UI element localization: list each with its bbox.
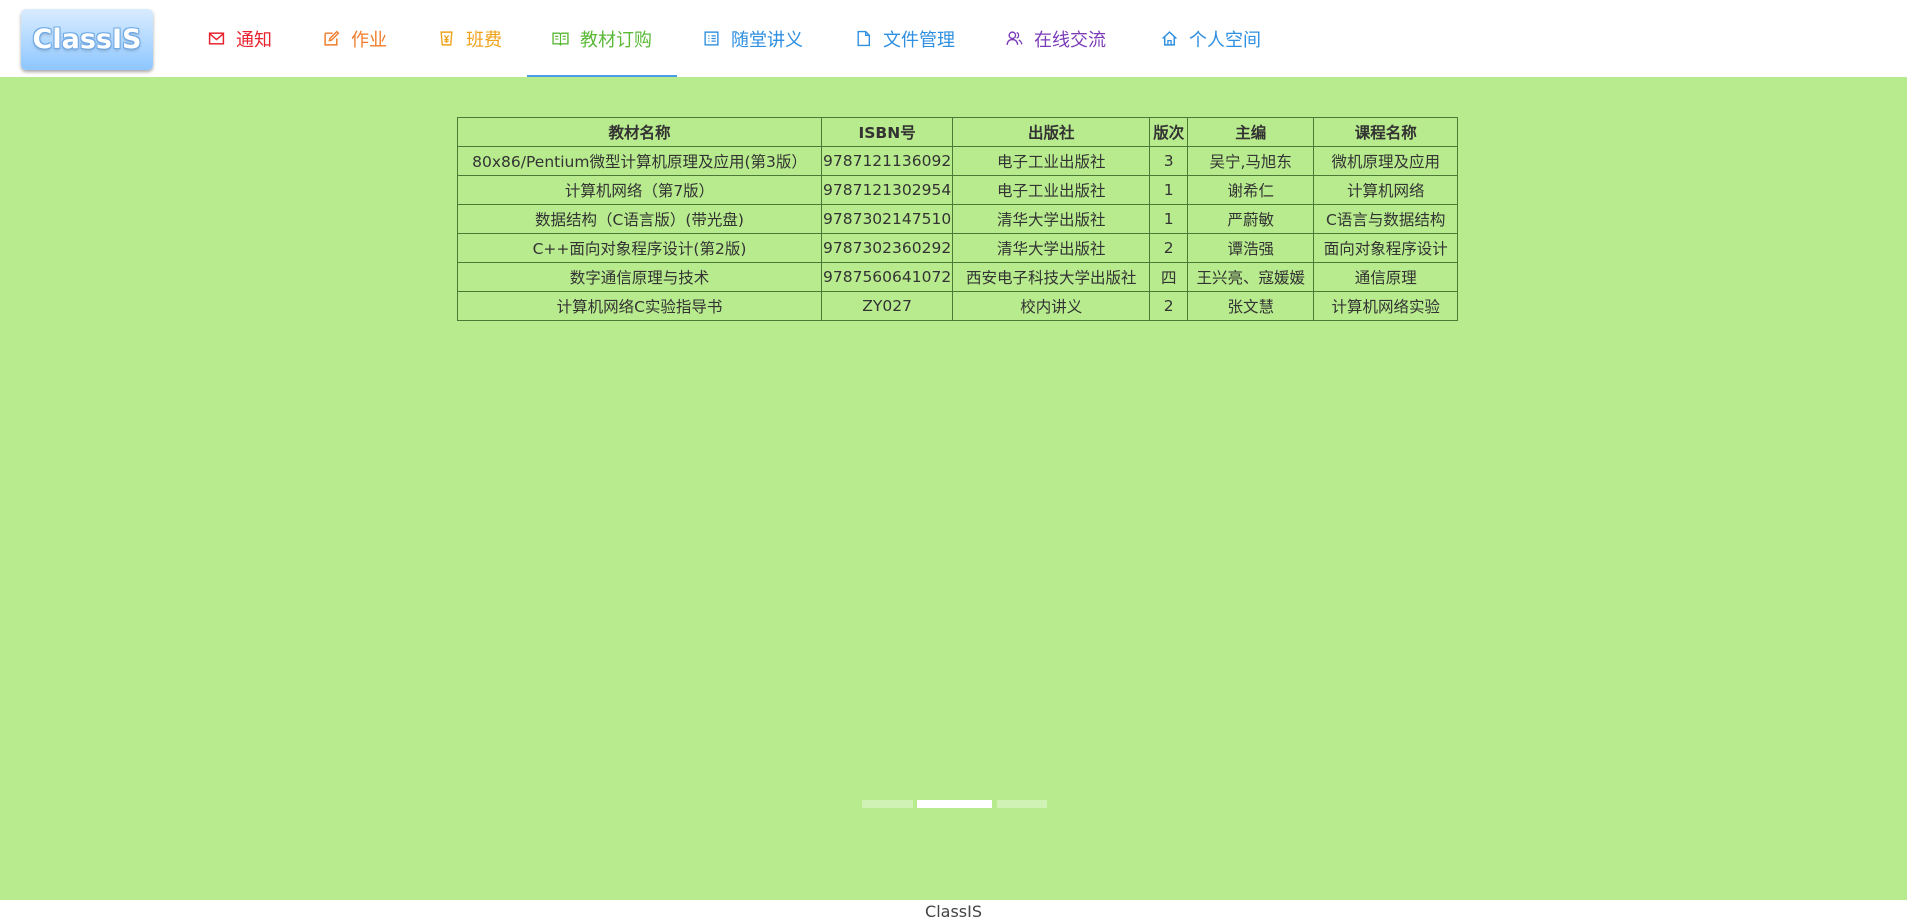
nav-item-textbook-order[interactable]: 教材订购	[550, 0, 652, 77]
table-row: 数据结构（C语言版）(带光盘) 9787302147510 清华大学出版社 1 …	[457, 204, 1459, 234]
footer: ClassIS	[0, 900, 1907, 923]
table-cell: 清华大学出版社	[952, 204, 1151, 234]
table-cell: 校内讲义	[952, 291, 1151, 321]
nav-item-online-chat[interactable]: 在线交流	[1004, 0, 1106, 77]
table-row: 80x86/Pentium微型计算机原理及应用(第3版） 97871211360…	[457, 146, 1459, 176]
nav-label: 班费	[466, 29, 502, 50]
table-cell: 1	[1149, 175, 1189, 205]
table-cell: 9787302147510	[820, 204, 954, 234]
carousel-dot-active[interactable]	[917, 800, 992, 808]
table-cell: 2	[1149, 291, 1189, 321]
table-cell: 四	[1149, 262, 1189, 292]
footer-text: ClassIS	[925, 902, 982, 921]
nav-item-homework[interactable]: 作业	[321, 0, 387, 77]
table-cell: 3	[1149, 146, 1189, 176]
table-cell: 9787121136092	[820, 146, 954, 176]
mail-icon	[206, 29, 226, 49]
table-cell: 吴宁,马旭东	[1187, 146, 1315, 176]
nav-label: 作业	[351, 29, 387, 50]
column-header: ISBN号	[820, 117, 954, 147]
table-cell: 电子工业出版社	[952, 146, 1151, 176]
textbook-table: 教材名称 ISBN号 出版社 版次 主编 课程名称 80x86/Pentium微…	[457, 117, 1459, 321]
column-header: 主编	[1187, 117, 1315, 147]
main-content: 教材名称 ISBN号 出版社 版次 主编 课程名称 80x86/Pentium微…	[0, 77, 1907, 900]
table-cell: 9787560641072	[820, 262, 954, 292]
list-icon	[701, 29, 721, 49]
table-cell: 数据结构（C语言版）(带光盘)	[457, 204, 822, 234]
top-header: ClassIS 通知 作业 班费 教材订购 随堂讲义 文件管理 在线交流 个人空…	[0, 0, 1907, 77]
table-cell: 2	[1149, 233, 1189, 263]
table-cell: 清华大学出版社	[952, 233, 1151, 263]
nav-item-file-management[interactable]: 文件管理	[853, 0, 955, 77]
column-header: 版次	[1149, 117, 1189, 147]
app-logo[interactable]: ClassIS	[21, 9, 153, 70]
table-cell: 计算机网络C实验指导书	[457, 291, 822, 321]
nav-label: 在线交流	[1034, 29, 1106, 50]
table-row: 计算机网络C实验指导书 ZY027 校内讲义 2 张文慧 计算机网络实验	[457, 291, 1459, 321]
money-icon	[436, 29, 456, 49]
nav-item-lecture-notes[interactable]: 随堂讲义	[701, 0, 803, 77]
table-cell: 微机原理及应用	[1313, 146, 1459, 176]
people-icon	[1004, 29, 1024, 49]
nav-label: 个人空间	[1189, 29, 1261, 50]
carousel-dot[interactable]	[862, 800, 913, 808]
book-icon	[550, 29, 570, 49]
table-cell: 谢希仁	[1187, 175, 1315, 205]
home-icon	[1159, 29, 1179, 49]
nav-item-personal-space[interactable]: 个人空间	[1159, 0, 1261, 77]
nav-item-notice[interactable]: 通知	[206, 0, 272, 77]
table-cell: 谭浩强	[1187, 233, 1315, 263]
table-cell: C++面向对象程序设计(第2版)	[457, 233, 822, 263]
column-header: 课程名称	[1313, 117, 1459, 147]
table-cell: 1	[1149, 204, 1189, 234]
nav-label: 随堂讲义	[731, 29, 803, 50]
nav-label: 教材订购	[580, 29, 652, 50]
table-row: C++面向对象程序设计(第2版) 9787302360292 清华大学出版社 2…	[457, 233, 1459, 263]
table-cell: 电子工业出版社	[952, 175, 1151, 205]
table-cell: 9787302360292	[820, 233, 954, 263]
table-row: 数字通信原理与技术 9787560641072 西安电子科技大学出版社 四 王兴…	[457, 262, 1459, 292]
column-header: 教材名称	[457, 117, 822, 147]
table-cell: 西安电子科技大学出版社	[952, 262, 1151, 292]
file-icon	[853, 29, 873, 49]
table-header-row: 教材名称 ISBN号 出版社 版次 主编 课程名称	[457, 117, 1459, 147]
nav-label: 通知	[236, 29, 272, 50]
carousel-indicators	[862, 800, 1047, 808]
carousel-dot[interactable]	[997, 800, 1047, 808]
table-row: 计算机网络（第7版） 9787121302954 电子工业出版社 1 谢希仁 计…	[457, 175, 1459, 205]
table-cell: 王兴亮、寇媛媛	[1187, 262, 1315, 292]
table-cell: 9787121302954	[820, 175, 954, 205]
table-cell: 计算机网络（第7版）	[457, 175, 822, 205]
logo-text: ClassIS	[32, 24, 142, 55]
table-cell: 计算机网络实验	[1313, 291, 1459, 321]
nav-item-class-fee[interactable]: 班费	[436, 0, 502, 77]
table-cell: 数字通信原理与技术	[457, 262, 822, 292]
table-cell: 80x86/Pentium微型计算机原理及应用(第3版）	[457, 146, 822, 176]
table-cell: 面向对象程序设计	[1313, 233, 1459, 263]
table-cell: C语言与数据结构	[1313, 204, 1459, 234]
edit-icon	[321, 29, 341, 49]
table-cell: 严蔚敏	[1187, 204, 1315, 234]
table-cell: ZY027	[820, 291, 954, 321]
table-cell: 计算机网络	[1313, 175, 1459, 205]
table-cell: 张文慧	[1187, 291, 1315, 321]
table-cell: 通信原理	[1313, 262, 1459, 292]
nav-label: 文件管理	[883, 29, 955, 50]
column-header: 出版社	[952, 117, 1151, 147]
